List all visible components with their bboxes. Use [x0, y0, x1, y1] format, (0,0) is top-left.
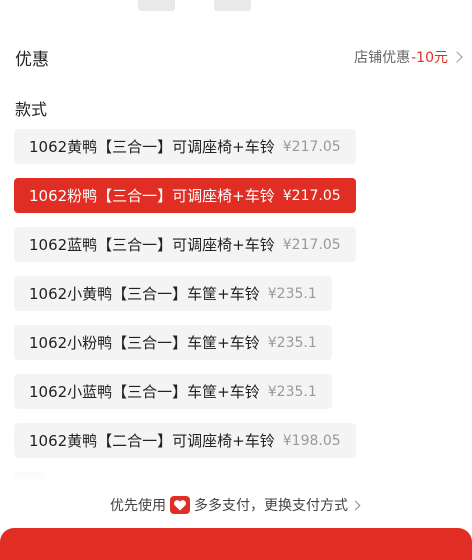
- quantity-value: [180, 0, 210, 11]
- option-name: 1062蓝鸭【三合一】可调座椅+车铃: [29, 236, 275, 254]
- option-price: ¥235.1: [267, 334, 317, 351]
- payment-method: 多多支付，更换支付方式: [194, 498, 348, 514]
- heart-icon: [170, 496, 190, 514]
- payment-prefix: 优先使用: [110, 498, 166, 514]
- discount-amount: -10元: [411, 50, 448, 66]
- discount-row[interactable]: 优惠 店铺优惠 -10元: [15, 40, 464, 74]
- style-section-title: 款式: [15, 100, 48, 119]
- option-name: 1062小蓝鸭【三合一】车筐+车铃: [29, 383, 260, 401]
- style-option[interactable]: 1062小黄鸭【三合一】车筐+车铃 ¥235.1: [14, 276, 332, 311]
- style-option-list: 1062黄鸭【三合一】可调座椅+车铃 ¥217.05 1062粉鸭【三合一】可调座…: [14, 129, 462, 514]
- option-name: 1062小粉鸭【三合一】车筐+车铃: [29, 334, 260, 352]
- option-name: 1062黄鸭【三合一】可调座椅+车铃: [29, 138, 275, 156]
- option-name: 1062粉鸭【三合一】可调座椅+车铃: [29, 187, 275, 205]
- buy-button[interactable]: [0, 528, 472, 560]
- option-price: ¥217.05: [282, 187, 341, 204]
- style-option[interactable]: 1062黄鸭【二合一】可调座椅+车铃 ¥198.05: [14, 423, 356, 458]
- style-option-selected[interactable]: 1062粉鸭【三合一】可调座椅+车铃 ¥217.05: [14, 178, 356, 213]
- option-price: ¥217.05: [282, 138, 341, 155]
- discount-detail-label: 店铺优惠: [354, 50, 411, 66]
- option-price: ¥235.1: [267, 383, 317, 400]
- option-price: ¥235.1: [267, 285, 317, 302]
- chevron-right-icon: [350, 500, 361, 510]
- quantity-minus-button[interactable]: [138, 0, 175, 11]
- quantity-plus-button[interactable]: [214, 0, 251, 11]
- style-option[interactable]: 1062小粉鸭【三合一】车筐+车铃 ¥235.1: [14, 325, 332, 360]
- option-name: 1062黄鸭【二合一】可调座椅+车铃: [29, 432, 275, 450]
- style-option[interactable]: 1062黄鸭【三合一】可调座椅+车铃 ¥217.05: [14, 129, 356, 164]
- payment-method-bar[interactable]: 优先使用 多多支付，更换支付方式: [0, 482, 472, 528]
- option-price: ¥217.05: [282, 236, 341, 253]
- discount-detail[interactable]: 店铺优惠 -10元: [354, 47, 464, 67]
- option-name: 1062小黄鸭【三合一】车筐+车铃: [29, 285, 260, 303]
- option-price: ¥198.05: [282, 432, 341, 449]
- style-option[interactable]: 1062蓝鸭【三合一】可调座椅+车铃 ¥217.05: [14, 227, 356, 262]
- chevron-right-icon: [451, 51, 463, 63]
- discount-label: 优惠: [15, 49, 49, 70]
- style-option[interactable]: 1062小蓝鸭【三合一】车筐+车铃 ¥235.1: [14, 374, 332, 409]
